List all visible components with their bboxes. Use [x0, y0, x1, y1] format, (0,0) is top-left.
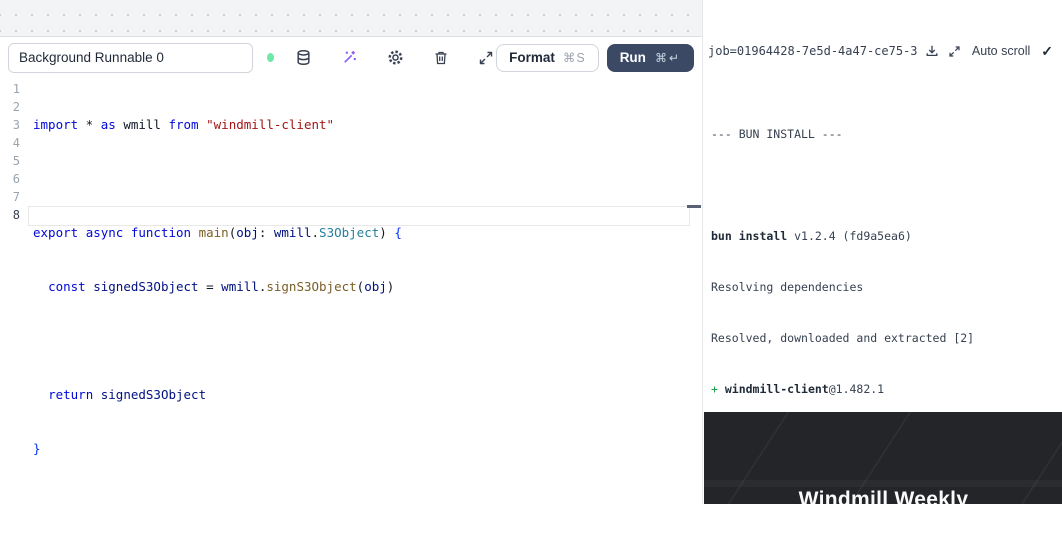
connected-status-dot	[267, 53, 274, 62]
code-line: return signedS3Object	[33, 386, 402, 404]
editor-toolbar: Format ⌘S Run ⌘↵	[0, 37, 702, 78]
code-content[interactable]: import * as wmill from "windmill-client"…	[33, 80, 402, 505]
runnable-name-input[interactable]	[8, 43, 253, 73]
auto-scroll-checkmark[interactable]: ✓	[1041, 43, 1053, 60]
job-header-row: job=01964428-7e5d-4a47-ce75-3fae4 Auto s…	[703, 42, 1062, 60]
settings-gear-icon[interactable]	[385, 47, 406, 68]
code-editor[interactable]: 12 34 56 78 import * as wmill from "wind…	[0, 78, 702, 505]
delete-trash-icon[interactable]	[431, 48, 451, 68]
code-line	[33, 332, 402, 350]
overview-ruler-cursor	[687, 205, 701, 208]
line-number-gutter: 12 34 56 78	[0, 80, 20, 505]
run-label: Run	[620, 50, 646, 65]
app-canvas-dot-grid	[0, 0, 702, 37]
format-label: Format	[509, 50, 555, 65]
auto-scroll-label: Auto scroll	[972, 44, 1030, 58]
expand-logs-icon[interactable]	[946, 43, 963, 60]
ai-wand-icon[interactable]	[339, 47, 360, 68]
expand-editor-icon[interactable]	[476, 48, 496, 68]
database-icon[interactable]	[293, 47, 314, 68]
run-output-panel: job=01964428-7e5d-4a47-ce75-3fae4 Auto s…	[702, 0, 1062, 504]
preview-decor-band	[704, 480, 1062, 487]
s3-image-preview: Windmill Weekly	[704, 412, 1062, 504]
preview-title-text: Windmill Weekly	[704, 488, 1062, 504]
code-line	[33, 170, 402, 188]
log-line: Resolved, downloaded and extracted [2]	[711, 330, 1062, 347]
log-line: + windmill-client@1.482.1	[711, 381, 1062, 398]
script-editor-panel: Format ⌘S Run ⌘↵ 12 34 56 78 import * as…	[0, 37, 702, 504]
run-button[interactable]: Run ⌘↵	[607, 44, 694, 72]
download-logs-icon[interactable]	[923, 42, 941, 60]
format-button[interactable]: Format ⌘S	[496, 44, 599, 72]
code-line: import * as wmill from "windmill-client"	[33, 116, 402, 134]
log-line: Resolving dependencies	[711, 279, 1062, 296]
log-line: --- BUN INSTALL ---	[711, 126, 1062, 143]
code-line: const signedS3Object = wmill.signS3Objec…	[33, 278, 402, 296]
job-id-link[interactable]: job=01964428-7e5d-4a47-ce75-3fae4	[708, 44, 918, 58]
log-line: bun install v1.2.4 (fd9a5ea6)	[711, 228, 1062, 245]
format-shortcut: ⌘S	[563, 50, 586, 65]
code-line: export async function main(obj: wmill.S3…	[33, 224, 402, 242]
code-line: }	[33, 440, 402, 458]
code-line	[33, 494, 402, 512]
run-shortcut: ⌘↵	[655, 51, 681, 65]
